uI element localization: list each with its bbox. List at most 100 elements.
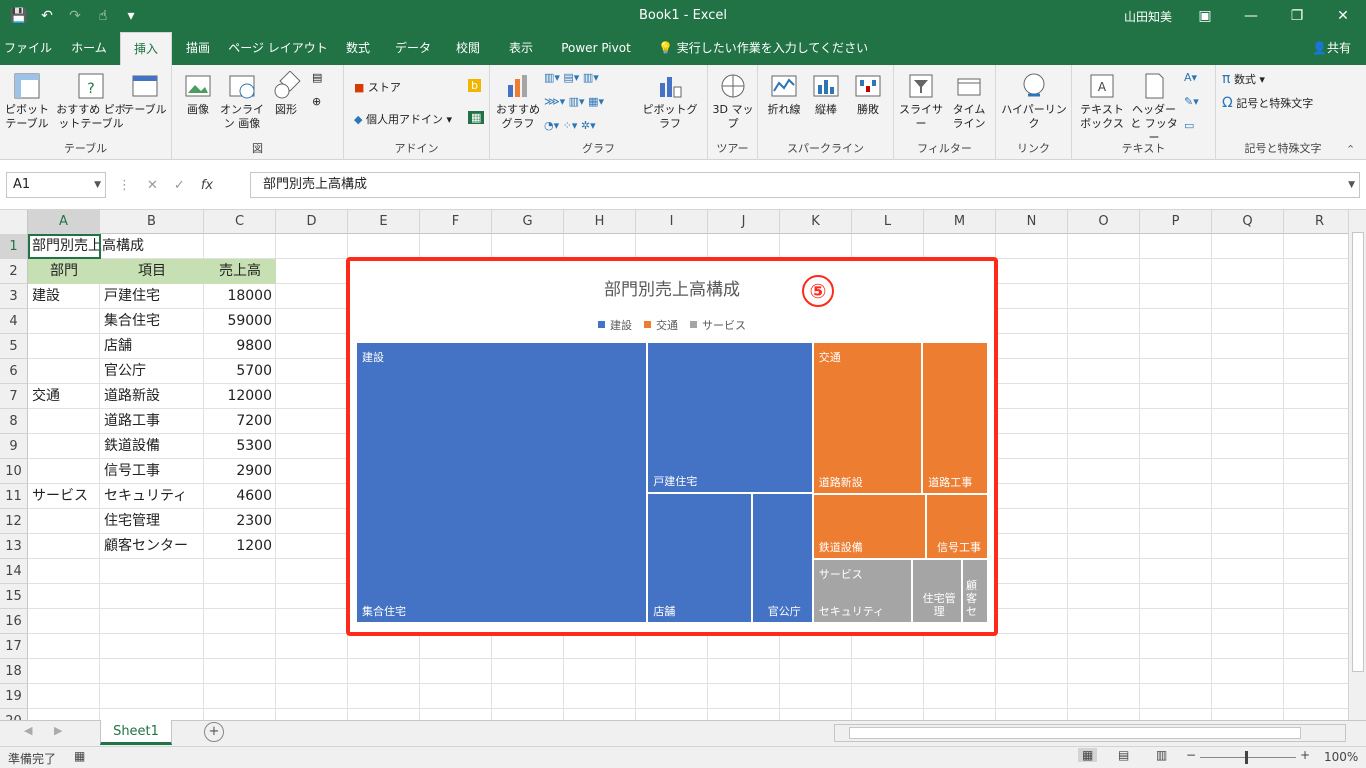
cell-department[interactable] <box>28 309 100 334</box>
symbol-button[interactable]: Ω 記号と特殊文字 <box>1222 95 1313 111</box>
header-cell[interactable]: 売上高 <box>204 259 276 284</box>
row-header-16[interactable]: 16 <box>0 609 28 634</box>
treemap-rect[interactable]: 信号工事 <box>926 493 988 559</box>
column-header-c[interactable]: C <box>204 210 276 234</box>
select-all-corner[interactable] <box>0 210 28 234</box>
column-header-q[interactable]: Q <box>1212 210 1284 234</box>
tab-formulas[interactable]: 数式 <box>334 32 382 65</box>
bing-icon[interactable]: b <box>468 79 481 92</box>
column-header-b[interactable]: B <box>100 210 204 234</box>
slicer-button[interactable]: スライサー <box>898 71 944 131</box>
cell-sales[interactable]: 2900 <box>204 459 276 484</box>
treemap-rect[interactable]: 道路工事 <box>922 342 988 494</box>
row-header-5[interactable]: 5 <box>0 334 28 359</box>
horizontal-scrollbar[interactable] <box>834 724 1346 742</box>
tab-draw[interactable]: 描画 <box>174 32 222 65</box>
tab-home[interactable]: ホーム <box>60 32 118 65</box>
row-header-6[interactable]: 6 <box>0 359 28 384</box>
macro-record-icon[interactable]: ▦ <box>74 749 85 763</box>
cell-department[interactable] <box>28 459 100 484</box>
cell-sales[interactable]: 1200 <box>204 534 276 559</box>
row-header-4[interactable]: 4 <box>0 309 28 334</box>
tell-me-box[interactable]: 💡 実行したい作業を入力してください <box>658 32 868 65</box>
zoom-out-icon[interactable]: − <box>1186 748 1196 762</box>
picture-button[interactable]: 画像 <box>178 71 218 117</box>
column-header-p[interactable]: P <box>1140 210 1212 234</box>
cancel-icon[interactable]: ✕ <box>147 178 158 193</box>
cell-department[interactable] <box>28 359 100 384</box>
row-header-17[interactable]: 17 <box>0 634 28 659</box>
cell-item[interactable]: 戸建住宅 <box>100 284 204 309</box>
online-picture-button[interactable]: オンライン 画像 <box>218 71 266 131</box>
zoom-slider-thumb[interactable] <box>1245 751 1248 764</box>
people-graph-icon[interactable]: ▦ <box>468 111 485 124</box>
collapse-ribbon-icon[interactable]: ⌃ <box>1346 143 1355 156</box>
cell-sales[interactable]: 18000 <box>204 284 276 309</box>
sheet-tab-sheet1[interactable]: Sheet1 <box>100 720 172 745</box>
cell-item[interactable]: 顧客センター <box>100 534 204 559</box>
timeline-button[interactable]: タイム ライン <box>946 71 992 131</box>
vertical-scroll-thumb[interactable] <box>1352 232 1364 672</box>
expand-formula-icon[interactable]: ▼ <box>1348 173 1355 197</box>
row-header-14[interactable]: 14 <box>0 559 28 584</box>
cell-item[interactable]: 道路新設 <box>100 384 204 409</box>
cell-sales[interactable]: 5300 <box>204 434 276 459</box>
3d-map-button[interactable]: 3D マップ <box>712 71 754 131</box>
treemap-rect[interactable]: 戸建住宅 <box>647 342 813 493</box>
row-header-13[interactable]: 13 <box>0 534 28 559</box>
column-header-e[interactable]: E <box>348 210 420 234</box>
treemap-rect[interactable]: サービス セキュリティ <box>812 558 913 623</box>
treemap-rect[interactable]: 顧客セ <box>962 558 988 623</box>
smartart-icon[interactable]: ▤ <box>312 71 322 84</box>
column-header-k[interactable]: K <box>780 210 852 234</box>
cell-sales[interactable]: 7200 <box>204 409 276 434</box>
user-name[interactable]: 山田知美 <box>1124 8 1172 25</box>
tab-review[interactable]: 校閲 <box>444 32 492 65</box>
pie-chart-icon[interactable]: ◔▾ ⁘▾ ✲▾ <box>544 119 596 132</box>
insert-function-button[interactable]: fx <box>201 178 213 193</box>
tab-file[interactable]: ファイル <box>0 32 56 65</box>
treemap-rect[interactable]: 店舗 <box>647 492 752 623</box>
zoom-level[interactable]: 100% <box>1324 750 1358 764</box>
name-box[interactable]: A1 ▼ <box>6 172 106 198</box>
treemap-chart[interactable]: 部門別売上高構成 ⑤ 建設 交通 サービス 建設 集合住宅 戸建住宅 店舗 官公庁 交通 道路新… <box>346 257 998 636</box>
cell-department[interactable] <box>28 334 100 359</box>
column-header-m[interactable]: M <box>924 210 996 234</box>
row-header-10[interactable]: 10 <box>0 459 28 484</box>
page-break-view-icon[interactable]: ▥ <box>1156 748 1167 762</box>
restore-icon[interactable]: ❐ <box>1274 0 1320 32</box>
column-header-h[interactable]: H <box>564 210 636 234</box>
cell-sales[interactable]: 9800 <box>204 334 276 359</box>
cell-department[interactable]: 建設 <box>28 284 100 309</box>
share-button[interactable]: 👤共有 <box>1312 32 1351 65</box>
hyperlink-button[interactable]: ハイパーリンク <box>1000 71 1068 131</box>
normal-view-icon[interactable]: ▦ <box>1078 748 1098 762</box>
column-header-a[interactable]: A <box>28 210 100 234</box>
header-cell[interactable]: 項目 <box>100 259 204 284</box>
add-sheet-icon[interactable]: + <box>204 722 224 742</box>
row-header-8[interactable]: 8 <box>0 409 28 434</box>
pivot-chart-button[interactable]: ピボットグラフ <box>638 71 702 131</box>
cell-department[interactable]: 交通 <box>28 384 100 409</box>
cell-department[interactable] <box>28 434 100 459</box>
zoom-slider[interactable] <box>1200 757 1296 758</box>
column-header-f[interactable]: F <box>420 210 492 234</box>
column-header-l[interactable]: L <box>852 210 924 234</box>
column-header-o[interactable]: O <box>1068 210 1140 234</box>
treemap-rect[interactable]: 官公庁 <box>751 492 813 623</box>
page-layout-view-icon[interactable]: ▤ <box>1118 748 1129 762</box>
treemap-rect[interactable]: 鉄道設備 <box>812 493 926 559</box>
textbox-button[interactable]: A テキスト ボックス <box>1076 71 1128 131</box>
cell-department[interactable]: サービス <box>28 484 100 509</box>
recommended-charts-button[interactable]: おすすめ グラフ <box>494 71 542 131</box>
row-header-11[interactable]: 11 <box>0 484 28 509</box>
cell-sales[interactable]: 59000 <box>204 309 276 334</box>
row-header-1[interactable]: 1 <box>0 234 28 259</box>
cell-sales[interactable]: 4600 <box>204 484 276 509</box>
vertical-scrollbar[interactable] <box>1348 210 1366 720</box>
tab-page-layout[interactable]: ページ レイアウト <box>228 32 328 65</box>
cell-department[interactable] <box>28 409 100 434</box>
tab-view[interactable]: 表示 <box>498 32 544 65</box>
recommended-pivot-button[interactable]: ? おすすめ ピボットテーブル <box>56 71 126 131</box>
my-addins-button[interactable]: ◆ 個人用アドイン ▾ <box>354 111 452 127</box>
